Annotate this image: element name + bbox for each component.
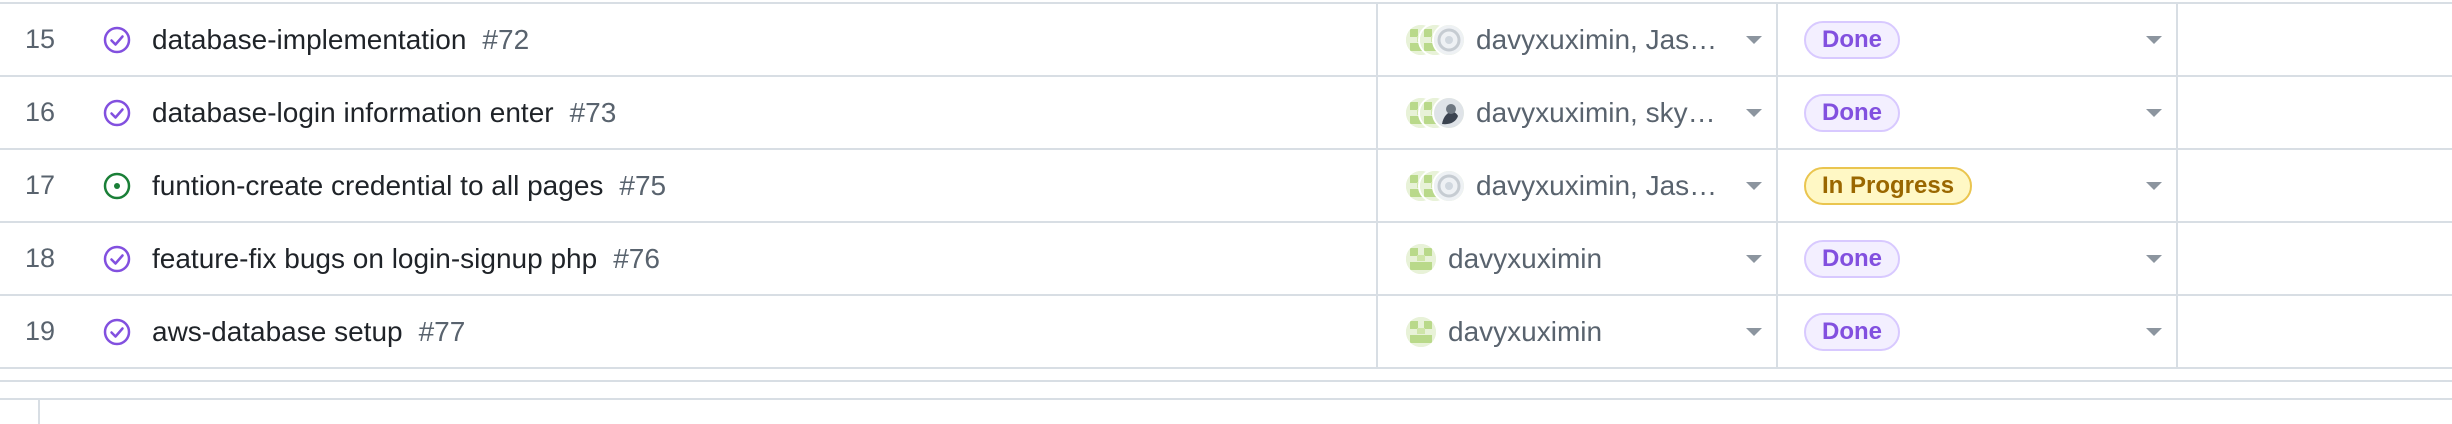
issue-number[interactable]: #77 <box>419 316 466 348</box>
status-badge: In Progress <box>1804 166 1973 205</box>
issue-title[interactable]: funtion-create credential to all pages <box>152 170 603 202</box>
assignee-avatars <box>1404 314 1438 349</box>
status-cell[interactable]: In Progress <box>1778 150 2178 221</box>
title-cell[interactable]: feature-fix bugs on login-signup php #76 <box>80 223 1378 294</box>
assignees-cell[interactable]: davyxuximin, Jas… <box>1378 150 1778 221</box>
issue-number[interactable]: #73 <box>570 97 617 129</box>
assignees-cell[interactable]: davyxuximin <box>1378 223 1778 294</box>
table-row[interactable]: 19 aws-database setup #77 davyxuximin Done <box>0 296 2452 369</box>
assignees-label: davyxuximin, Jas… <box>1476 169 1718 201</box>
title-cell[interactable]: database-implementation #72 <box>80 4 1378 75</box>
empty-field-cell[interactable] <box>2178 296 2452 367</box>
issue-number[interactable]: #75 <box>619 170 666 202</box>
status-badge: Done <box>1804 20 1900 59</box>
row-number: 16 <box>24 97 56 127</box>
status-cell[interactable]: Done <box>1778 223 2178 294</box>
status-cell[interactable]: Done <box>1778 77 2178 148</box>
row-number: 18 <box>24 243 56 273</box>
assignees-label: davyxuximin, sky… <box>1476 96 1716 128</box>
issue-title[interactable]: feature-fix bugs on login-signup php <box>152 243 597 275</box>
assignees-label: davyxuximin <box>1448 242 1603 274</box>
status-cell[interactable]: Done <box>1778 4 2178 75</box>
empty-field-cell[interactable] <box>2178 223 2452 294</box>
assignees-cell[interactable]: davyxuximin, sky… <box>1378 77 1778 148</box>
assignee-avatars <box>1404 22 1466 57</box>
issue-title[interactable]: aws-database setup <box>152 316 403 348</box>
footer-border <box>0 398 2452 400</box>
issue-title[interactable]: database-implementation <box>152 24 466 56</box>
avatar[interactable] <box>1404 241 1438 276</box>
issue-title[interactable]: database-login information enter <box>152 97 554 129</box>
assignees-cell[interactable]: davyxuximin <box>1378 296 1778 367</box>
title-cell[interactable]: database-login information enter #73 <box>80 77 1378 148</box>
issue-number[interactable]: #76 <box>613 243 660 275</box>
status-badge: Done <box>1804 239 1900 278</box>
status-badge: Done <box>1804 312 1900 351</box>
title-cell[interactable]: funtion-create credential to all pages #7… <box>80 150 1378 221</box>
check-circle-icon <box>102 244 152 274</box>
table-row[interactable]: 17 funtion-create credential to all pages… <box>0 150 2452 223</box>
issue-number[interactable]: #72 <box>482 24 529 56</box>
check-circle-icon <box>102 98 152 128</box>
row-number: 17 <box>24 170 56 200</box>
table-bottom-border <box>0 380 2452 382</box>
assignee-avatars <box>1404 168 1466 203</box>
assignees-label: davyxuximin, Jas… <box>1476 23 1718 55</box>
caret-down-icon[interactable] <box>1746 254 1762 263</box>
avatar[interactable] <box>1432 95 1466 130</box>
caret-down-icon[interactable] <box>2146 327 2162 336</box>
avatar[interactable] <box>1432 22 1466 57</box>
caret-down-icon[interactable] <box>1746 108 1762 117</box>
caret-down-icon[interactable] <box>2146 108 2162 117</box>
empty-field-cell[interactable] <box>2178 77 2452 148</box>
caret-down-icon[interactable] <box>1746 327 1762 336</box>
avatar[interactable] <box>1432 168 1466 203</box>
caret-down-icon[interactable] <box>1746 35 1762 44</box>
dot-circle-icon <box>102 171 152 201</box>
assignees-cell[interactable]: davyxuximin, Jas… <box>1378 4 1778 75</box>
empty-field-cell[interactable] <box>2178 150 2452 221</box>
status-cell[interactable]: Done <box>1778 296 2178 367</box>
row-number: 19 <box>24 316 56 346</box>
empty-field-cell[interactable] <box>2178 4 2452 75</box>
caret-down-icon[interactable] <box>2146 181 2162 190</box>
footer-divider <box>38 398 40 424</box>
title-cell[interactable]: aws-database setup #77 <box>80 296 1378 367</box>
status-badge: Done <box>1804 93 1900 132</box>
row-number: 15 <box>24 24 56 54</box>
avatar[interactable] <box>1404 314 1438 349</box>
assignee-avatars <box>1404 95 1466 130</box>
assignees-label: davyxuximin <box>1448 315 1603 347</box>
table-row[interactable]: 15 database-implementation #72 davyxuximin,… <box>0 4 2452 77</box>
assignee-avatars <box>1404 241 1438 276</box>
caret-down-icon[interactable] <box>2146 35 2162 44</box>
caret-down-icon[interactable] <box>1746 181 1762 190</box>
check-circle-icon <box>102 25 152 55</box>
caret-down-icon[interactable] <box>2146 254 2162 263</box>
table-row[interactable]: 16 database-login information enter #73 dav… <box>0 77 2452 150</box>
check-circle-icon <box>102 317 152 347</box>
table-row[interactable]: 18 feature-fix bugs on login-signup php #7… <box>0 223 2452 296</box>
